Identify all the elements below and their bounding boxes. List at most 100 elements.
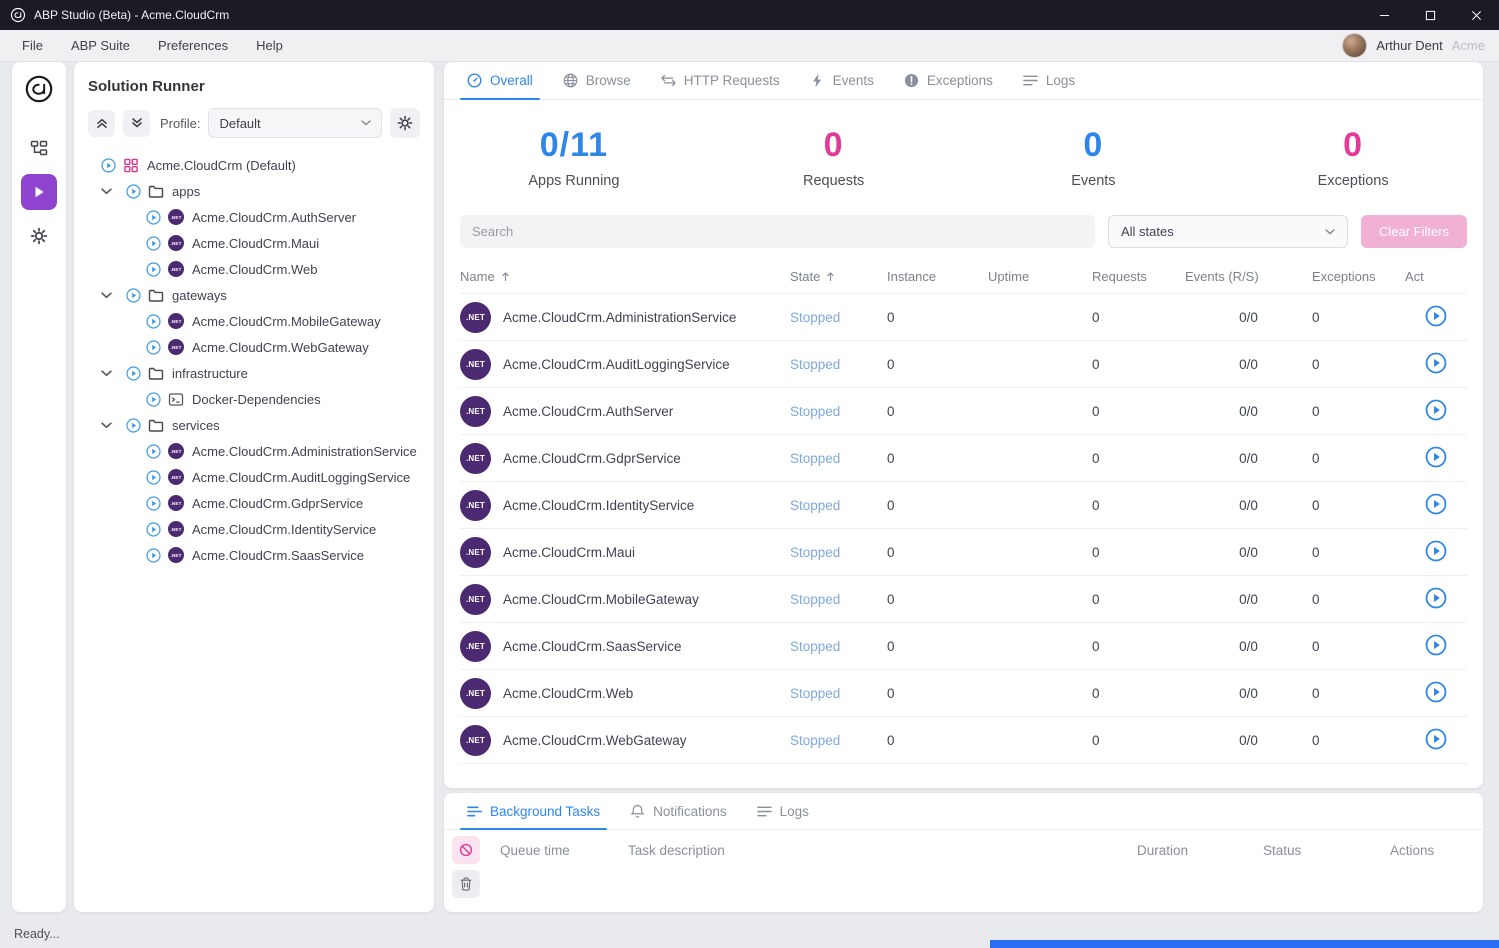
tree-item-docker-dependencies[interactable]: Docker-Dependencies — [88, 386, 420, 412]
maximize-button[interactable] — [1407, 0, 1453, 30]
table-row-acme-cloudcrm-identityservice[interactable]: .NETAcme.CloudCrm.IdentityServiceStopped… — [460, 482, 1467, 529]
play-circle-icon[interactable] — [126, 418, 141, 433]
chevron-down-icon[interactable] — [101, 292, 112, 299]
table-row-acme-cloudcrm-saasservice[interactable]: .NETAcme.CloudCrm.SaasServiceStopped000/… — [460, 623, 1467, 670]
start-app-button[interactable] — [1424, 634, 1448, 658]
table-row-acme-cloudcrm-web[interactable]: .NETAcme.CloudCrm.WebStopped000/00 — [460, 670, 1467, 717]
play-circle-icon[interactable] — [146, 262, 161, 277]
play-circle-icon[interactable] — [146, 496, 161, 511]
solution-runner-button[interactable] — [21, 174, 57, 210]
start-app-button[interactable] — [1424, 540, 1448, 564]
tree-item-acme-cloudcrm-maui[interactable]: .NETAcme.CloudCrm.Maui — [88, 230, 420, 256]
tree-item-infrastructure[interactable]: infrastructure — [88, 360, 420, 386]
column-header-name[interactable]: Name — [460, 269, 790, 284]
tab-logs[interactable]: Logs — [742, 793, 824, 829]
user-name[interactable]: Arthur Dent — [1376, 38, 1442, 53]
table-row-acme-cloudcrm-mobilegateway[interactable]: .NETAcme.CloudCrm.MobileGatewayStopped00… — [460, 576, 1467, 623]
status-bar: Ready... — [0, 920, 60, 948]
tree-item-apps[interactable]: apps — [88, 178, 420, 204]
play-circle-icon[interactable] — [146, 470, 161, 485]
tree-item-acme-cloudcrm-auditloggingservice[interactable]: .NETAcme.CloudCrm.AuditLoggingService — [88, 464, 420, 490]
play-circle-icon[interactable] — [146, 548, 161, 563]
menu-item-help[interactable]: Help — [256, 38, 283, 53]
tree-item-acme-cloudcrm-authserver[interactable]: .NETAcme.CloudCrm.AuthServer — [88, 204, 420, 230]
app-instance: 0 — [887, 733, 988, 748]
play-circle-icon[interactable] — [146, 314, 161, 329]
chevron-down-icon[interactable] — [101, 422, 112, 429]
tab-events[interactable]: Events — [795, 62, 889, 99]
close-button[interactable] — [1453, 0, 1499, 30]
state-filter-select[interactable]: All states — [1108, 215, 1348, 248]
tree-item-acme-cloudcrm-gdprservice[interactable]: .NETAcme.CloudCrm.GdprService — [88, 490, 420, 516]
table-row-acme-cloudcrm-webgateway[interactable]: .NETAcme.CloudCrm.WebGatewayStopped000/0… — [460, 717, 1467, 764]
table-row-acme-cloudcrm-auditloggingservice[interactable]: .NETAcme.CloudCrm.AuditLoggingServiceSto… — [460, 341, 1467, 388]
chevron-down-icon[interactable] — [101, 370, 112, 377]
clear-tasks-button[interactable] — [452, 870, 480, 898]
column-header-requests[interactable]: Requests — [1092, 269, 1185, 284]
table-row-acme-cloudcrm-maui[interactable]: .NETAcme.CloudCrm.MauiStopped000/00 — [460, 529, 1467, 576]
menu-item-preferences[interactable]: Preferences — [158, 38, 228, 53]
tab-exceptions[interactable]: Exceptions — [889, 62, 1008, 99]
tree-item-acme-cloudcrm-saasservice[interactable]: .NETAcme.CloudCrm.SaasService — [88, 542, 420, 568]
menu-item-abp-suite[interactable]: ABP Suite — [71, 38, 130, 53]
start-app-button[interactable] — [1424, 681, 1448, 705]
tab-background-tasks[interactable]: Background Tasks — [452, 793, 615, 829]
tree-item-acme-cloudcrm-identityservice[interactable]: .NETAcme.CloudCrm.IdentityService — [88, 516, 420, 542]
window-controls — [1361, 0, 1499, 30]
avatar[interactable] — [1342, 33, 1367, 58]
column-header-events-r-s[interactable]: Events (R/S) — [1185, 269, 1312, 284]
minimize-button[interactable] — [1361, 0, 1407, 30]
play-circle-icon[interactable] — [146, 522, 161, 537]
column-header-instance[interactable]: Instance — [887, 269, 988, 284]
column-header-exceptions[interactable]: Exceptions — [1312, 269, 1405, 284]
start-app-button[interactable] — [1424, 399, 1448, 423]
start-app-button[interactable] — [1424, 352, 1448, 376]
tree-item-gateways[interactable]: gateways — [88, 282, 420, 308]
play-circle-icon[interactable] — [146, 444, 161, 459]
tree-item-acme-cloudcrm-administrationservice[interactable]: .NETAcme.CloudCrm.AdministrationService — [88, 438, 420, 464]
tree-item-acme-cloudcrm-webgateway[interactable]: .NETAcme.CloudCrm.WebGateway — [88, 334, 420, 360]
tree-item-acme-cloudcrm-default[interactable]: Acme.CloudCrm (Default) — [88, 152, 420, 178]
settings-button[interactable] — [21, 218, 57, 254]
table-row-acme-cloudcrm-authserver[interactable]: .NETAcme.CloudCrm.AuthServerStopped000/0… — [460, 388, 1467, 435]
play-circle-icon[interactable] — [146, 236, 161, 251]
play-circle-icon[interactable] — [146, 340, 161, 355]
start-app-button[interactable] — [1424, 728, 1448, 752]
start-app-button[interactable] — [1424, 493, 1448, 517]
tree-item-acme-cloudcrm-web[interactable]: .NETAcme.CloudCrm.Web — [88, 256, 420, 282]
app-events: 0/0 — [1185, 733, 1312, 748]
profile-settings-button[interactable] — [390, 108, 420, 138]
play-circle-icon[interactable] — [126, 366, 141, 381]
collapse-all-button[interactable] — [88, 110, 115, 137]
play-circle-icon[interactable] — [146, 210, 161, 225]
tab-http-requests[interactable]: HTTP Requests — [646, 62, 795, 99]
start-app-button[interactable] — [1424, 446, 1448, 470]
start-app-button[interactable] — [1424, 587, 1448, 611]
column-header-state[interactable]: State — [790, 269, 887, 284]
play-circle-icon[interactable] — [126, 288, 141, 303]
tree-item-services[interactable]: services — [88, 412, 420, 438]
start-app-button[interactable] — [1424, 305, 1448, 329]
play-circle-icon[interactable] — [146, 392, 161, 407]
solution-explorer-button[interactable] — [21, 130, 57, 166]
search-input[interactable] — [460, 215, 1095, 248]
profile-select[interactable]: Default — [208, 108, 382, 138]
cancel-task-button[interactable] — [452, 836, 480, 864]
table-row-acme-cloudcrm-gdprservice[interactable]: .NETAcme.CloudCrm.GdprServiceStopped000/… — [460, 435, 1467, 482]
tab-overall[interactable]: Overall — [452, 62, 548, 99]
column-header-act[interactable]: Act — [1405, 269, 1467, 284]
app-instance: 0 — [887, 404, 988, 419]
tab-notifications[interactable]: Notifications — [615, 793, 742, 829]
table-row-acme-cloudcrm-administrationservice[interactable]: .NETAcme.CloudCrm.AdministrationServiceS… — [460, 294, 1467, 341]
play-circle-icon[interactable] — [126, 184, 141, 199]
clear-filters-button[interactable]: Clear Filters — [1361, 215, 1467, 248]
column-header-uptime[interactable]: Uptime — [988, 269, 1092, 284]
tab-browse[interactable]: Browse — [548, 62, 646, 99]
expand-all-button[interactable] — [123, 110, 150, 137]
tab-logs[interactable]: Logs — [1008, 62, 1090, 99]
chevron-down-icon[interactable] — [101, 188, 112, 195]
tree-item-acme-cloudcrm-mobilegateway[interactable]: .NETAcme.CloudCrm.MobileGateway — [88, 308, 420, 334]
menu-item-file[interactable]: File — [22, 38, 43, 53]
play-circle-icon[interactable] — [101, 158, 116, 173]
bell-icon — [630, 804, 645, 819]
